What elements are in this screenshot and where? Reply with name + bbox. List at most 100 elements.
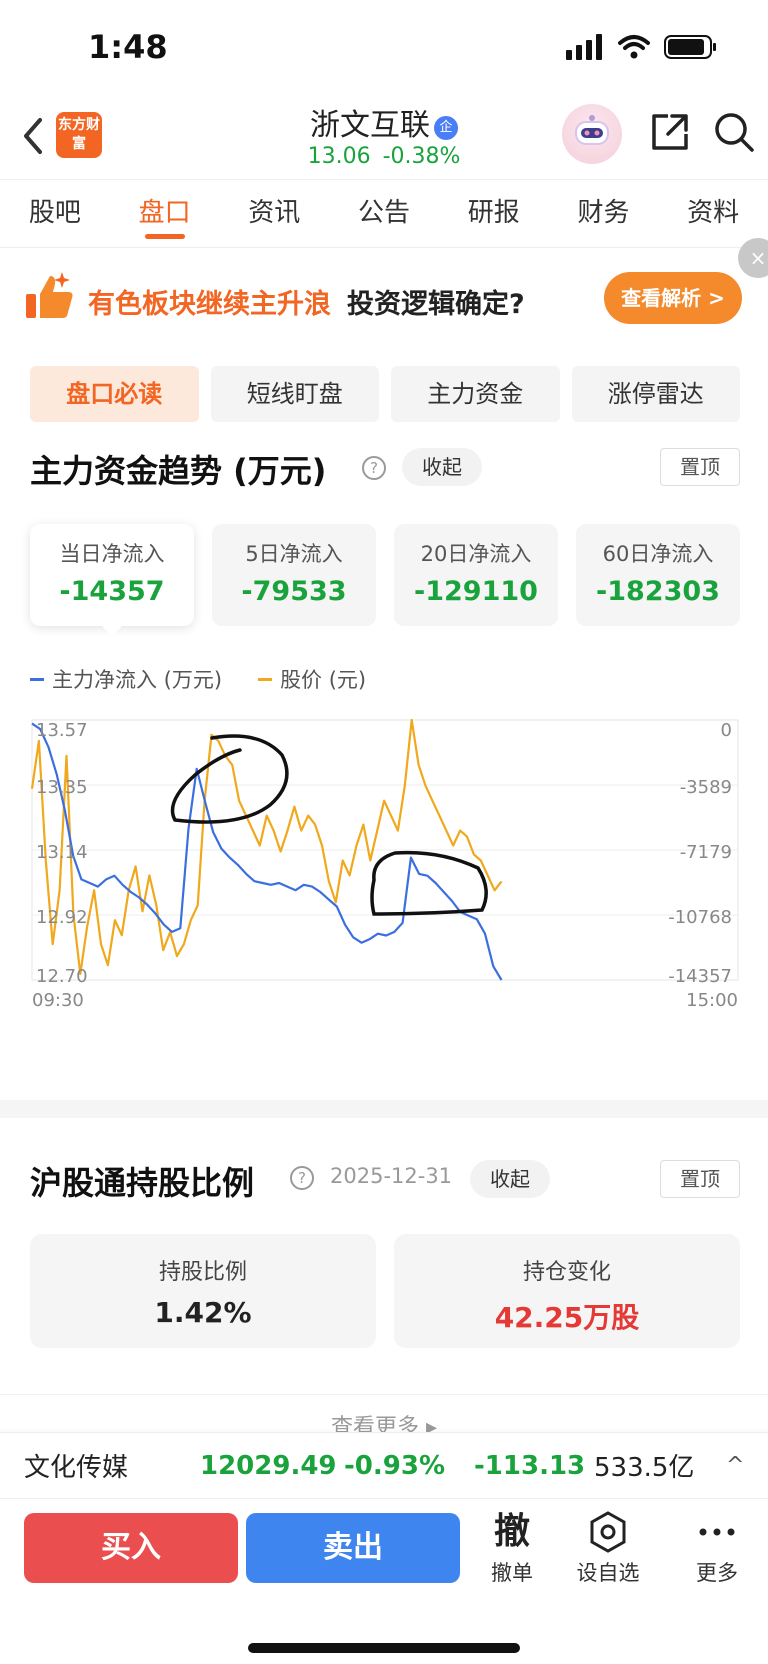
legend-label-flow: 主力净流入 (万元)	[52, 668, 223, 692]
more-button[interactable]: 更多	[677, 1509, 757, 1587]
left-axis-tick: 13.57	[36, 720, 88, 741]
sector-change-pct: -0.93%	[344, 1450, 445, 1481]
add-watchlist-label: 设自选	[576, 1561, 640, 1585]
sector-bar[interactable]: 文化传媒 12029.49 -0.93% -113.13 533.5亿 ^	[0, 1432, 768, 1498]
right-axis-tick: -10768	[668, 907, 732, 928]
capital-flow-pin-button[interactable]: 置顶	[660, 448, 740, 486]
x-axis-start: 09:30	[32, 990, 84, 1011]
section-divider	[0, 1100, 768, 1118]
position-change-label: 持仓变化	[522, 1260, 611, 1285]
status-time: 1:48	[88, 28, 168, 66]
thumbs-up-icon	[26, 272, 73, 318]
banner-question: 投资逻辑确定?	[347, 289, 525, 320]
banner-highlight: 有色板块继续主升浪	[88, 289, 331, 320]
flow-card-value: -129110	[414, 576, 538, 607]
right-axis-tick: -14357	[668, 966, 732, 987]
signal-icon	[566, 34, 602, 60]
more-label: 更多	[696, 1561, 738, 1585]
left-axis-tick: 12.92	[36, 907, 88, 928]
tab-finance[interactable]: 财务	[549, 180, 659, 247]
price-line	[30, 718, 503, 976]
hexagon-icon	[568, 1509, 648, 1555]
buy-button[interactable]: 买入	[24, 1513, 238, 1583]
subtab-limit-up-radar[interactable]: 涨停雷达	[571, 366, 740, 422]
legend-label-price: 股价 (元)	[280, 668, 367, 692]
position-change-card: 持仓变化 42.25万股	[394, 1234, 740, 1348]
search-icon[interactable]	[712, 110, 756, 154]
cancel-order-label: 撤单	[491, 1561, 533, 1585]
left-axis-tick: 13.14	[36, 842, 88, 863]
hk-holding-pin-button[interactable]: 置顶	[660, 1160, 740, 1198]
enterprise-badge: 企	[434, 116, 458, 140]
capital-flow-chart[interactable]: 13.57 0 13.35 -3589 13.14 -7179 12.92 -10768 12.…	[0, 710, 768, 1090]
sector-amount: 533.5亿	[594, 1453, 695, 1483]
flow-card-value: -14357	[59, 576, 165, 607]
sell-button[interactable]: 卖出	[246, 1513, 460, 1583]
chevron-up-icon[interactable]: ^	[726, 1453, 744, 1478]
tab-pankou[interactable]: 盘口	[110, 180, 220, 247]
capital-flow-title: 主力资金趋势 (万元)	[30, 452, 327, 490]
flow-card-20d[interactable]: 20日净流入 -129110	[394, 524, 558, 626]
hk-holding-cards: 持股比例 1.42% 持仓变化 42.25万股	[30, 1234, 740, 1348]
view-analysis-button[interactable]: 查看解析 >	[604, 272, 742, 324]
flow-card-label: 20日净流入	[420, 542, 532, 566]
x-axis-end: 15:00	[686, 990, 738, 1011]
tab-announcements[interactable]: 公告	[329, 180, 439, 247]
hand-drawn-circle-left	[170, 734, 289, 824]
holding-ratio-card: 持股比例 1.42%	[30, 1234, 376, 1348]
stock-name-text: 浙文互联	[310, 108, 430, 143]
hk-holding-collapse-button[interactable]: 收起	[470, 1160, 550, 1198]
pankou-subtabs: 盘口必读 短线盯盘 主力资金 涨停雷达	[30, 366, 740, 422]
subtab-short-term[interactable]: 短线盯盘	[210, 366, 379, 422]
subtab-main-funds[interactable]: 主力资金	[391, 366, 560, 422]
flow-card-label: 当日净流入	[59, 542, 165, 566]
sector-change: -113.13	[474, 1450, 586, 1481]
home-indicator	[248, 1643, 520, 1653]
flow-card-today[interactable]: 当日净流入 -14357	[30, 524, 194, 636]
flow-card-5d[interactable]: 5日净流入 -79533	[212, 524, 376, 626]
tab-guba[interactable]: 股吧	[0, 180, 110, 247]
help-icon[interactable]: ?	[290, 1166, 314, 1190]
right-axis-tick: 0	[721, 720, 732, 741]
sector-name: 文化传媒	[24, 1453, 129, 1483]
flow-card-label: 5日净流入	[245, 542, 343, 566]
tab-news[interactable]: 资讯	[219, 180, 329, 247]
tab-research[interactable]: 研报	[439, 180, 549, 247]
stock-price: 13.06	[307, 144, 371, 169]
legend-swatch-flow	[30, 677, 44, 681]
battery-icon	[664, 35, 716, 59]
more-dots-icon	[677, 1509, 757, 1555]
ai-assistant-avatar[interactable]	[562, 104, 622, 164]
tab-profile[interactable]: 资料	[658, 180, 768, 247]
hk-holding-title: 沪股通持股比例	[30, 1164, 255, 1202]
chart-labels: 13.57 0 13.35 -3589 13.14 -7179 12.92 -10768 12.…	[32, 720, 738, 1011]
net-inflow-line	[31, 722, 503, 981]
stock-header: 东方财富 浙文互联企 13.06 -0.38%	[0, 96, 768, 180]
subtab-must-read[interactable]: 盘口必读	[30, 366, 199, 422]
capital-flow-collapse-button[interactable]: 收起	[402, 448, 482, 486]
trade-bar: 买入 卖出 撤 撤单 设自选 更多	[0, 1498, 768, 1664]
right-axis-tick: -3589	[680, 777, 732, 798]
sector-index: 12029.49	[200, 1450, 337, 1481]
hand-drawn-circle-right	[370, 850, 488, 916]
chart-legend: 主力净流入 (万元) 股价 (元)	[30, 664, 366, 694]
help-icon[interactable]: ?	[362, 456, 386, 480]
add-watchlist-button[interactable]: 设自选	[568, 1509, 648, 1587]
stock-change-pct: -0.38%	[382, 144, 461, 169]
legend-swatch-price	[258, 677, 273, 681]
cancel-order-icon: 撤	[493, 1511, 530, 1552]
promo-banner[interactable]: 有色板块继续主升浪 投资逻辑确定? 查看解析 >	[0, 252, 768, 348]
right-axis-tick: -7179	[680, 842, 732, 863]
hk-holding-date: 2025-12-31	[330, 1164, 453, 1188]
share-icon[interactable]	[648, 110, 692, 154]
holding-ratio-value: 1.42%	[154, 1296, 252, 1329]
flow-card-value: -182303	[596, 576, 720, 607]
wifi-icon	[618, 35, 650, 59]
banner-text: 有色板块继续主升浪 投资逻辑确定?	[88, 282, 525, 321]
flow-card-60d[interactable]: 60日净流入 -182303	[576, 524, 740, 626]
position-change-value: 42.25万股	[494, 1301, 640, 1334]
cancel-order-button[interactable]: 撤 撤单	[472, 1509, 552, 1587]
legend-item-price: 股价 (元)	[258, 664, 366, 694]
flow-card-label: 60日净流入	[602, 542, 714, 566]
net-inflow-cards: 当日净流入 -14357 5日净流入 -79533 20日净流入 -129110…	[30, 524, 740, 636]
